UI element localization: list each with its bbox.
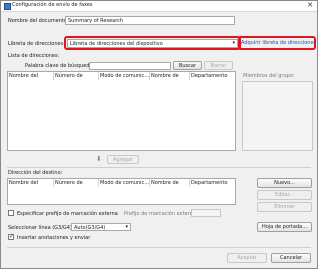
cancel-button[interactable]: Cancelar [271, 253, 311, 263]
doc-name-input[interactable]: Summary of Research [65, 16, 235, 25]
new-destination-button[interactable]: Nuevo... [257, 178, 312, 188]
select-line-dropdown[interactable]: Auto(G3/G4) ▾ [71, 223, 131, 231]
insert-annotations-checkbox[interactable] [8, 233, 14, 240]
address-book-selected-value: Libreta de direcciones del dispositivo [70, 41, 163, 47]
address-book-select[interactable]: Libreta de direcciones del dispositivo ▾ [67, 39, 238, 48]
divider [7, 167, 311, 168]
insert-annotations-label: Insertar anotaciones y enviar [17, 235, 91, 241]
address-book-label: Libreta de direcciones: [8, 41, 65, 47]
destination-label: Dirección del destino: [8, 170, 63, 176]
column-header[interactable]: Departamento [190, 72, 236, 80]
chevron-down-icon: ▾ [125, 224, 128, 230]
search-label: Palabra clave de búsqueda: [25, 63, 95, 69]
group-members-label: Miembros del grupo: [243, 73, 295, 79]
delete-destination-button[interactable]: Eliminar [257, 202, 312, 212]
search-input[interactable] [89, 62, 171, 70]
external-prefix-input[interactable] [191, 209, 221, 217]
column-header[interactable]: Modo de comunic... [99, 72, 150, 80]
address-list-label: Lista de direcciones: [8, 53, 60, 59]
close-icon[interactable]: ✕ [307, 1, 313, 9]
window-title: Configuración de envío de faxes [12, 2, 93, 8]
external-prefix-label: Especificar prefijo de marcación externa [17, 211, 118, 217]
accept-button[interactable]: Aceptar [227, 253, 267, 263]
destination-table[interactable]: Nombre del destino Número de fax/URI Mod… [7, 178, 236, 205]
column-header[interactable]: Nombre del destino [8, 72, 54, 80]
group-members-list[interactable] [242, 81, 313, 151]
column-header[interactable]: Modo de comunic... [99, 179, 150, 187]
add-address-book-button[interactable]: Adquirir libreta de direcciones [241, 40, 316, 46]
divider [7, 247, 311, 248]
doc-name-label: Nombre del documento: [8, 18, 69, 24]
column-header[interactable]: Número de fax/URI [54, 72, 99, 80]
column-header[interactable]: Nombre de em... [150, 179, 190, 187]
select-line-label: Seleccionar línea (G3/G4): [8, 225, 74, 231]
column-header[interactable]: Nombre de em... [150, 72, 190, 80]
search-button[interactable]: Buscar [173, 61, 202, 70]
title-bar: Configuración de envío de faxes ✕ [1, 1, 317, 12]
chevron-down-icon: ▾ [232, 40, 235, 46]
external-prefix-checkbox[interactable] [8, 210, 14, 216]
edit-destination-button[interactable]: Editar... [257, 190, 312, 200]
fax-app-icon [4, 3, 11, 10]
delete-search-button[interactable]: Borrar [204, 61, 233, 70]
select-line-value: Auto(G3/G4) [74, 225, 106, 231]
column-header[interactable]: Departamento [190, 179, 236, 187]
column-header[interactable]: Número de fax/URI [54, 179, 99, 187]
fax-settings-dialog: Configuración de envío de faxes ✕ Nombre… [0, 0, 318, 269]
external-prefix-field-label: Prefijo de marcación externa: [124, 211, 198, 217]
address-list-table[interactable]: Nombre del destino Número de fax/URI Mod… [7, 71, 236, 151]
arrow-down-icon: ⬇ [96, 155, 102, 163]
column-header[interactable]: Nombre del destino [8, 179, 54, 187]
cover-page-button[interactable]: Hoja de portada... [257, 222, 312, 232]
add-button[interactable]: Agregar [107, 155, 139, 164]
